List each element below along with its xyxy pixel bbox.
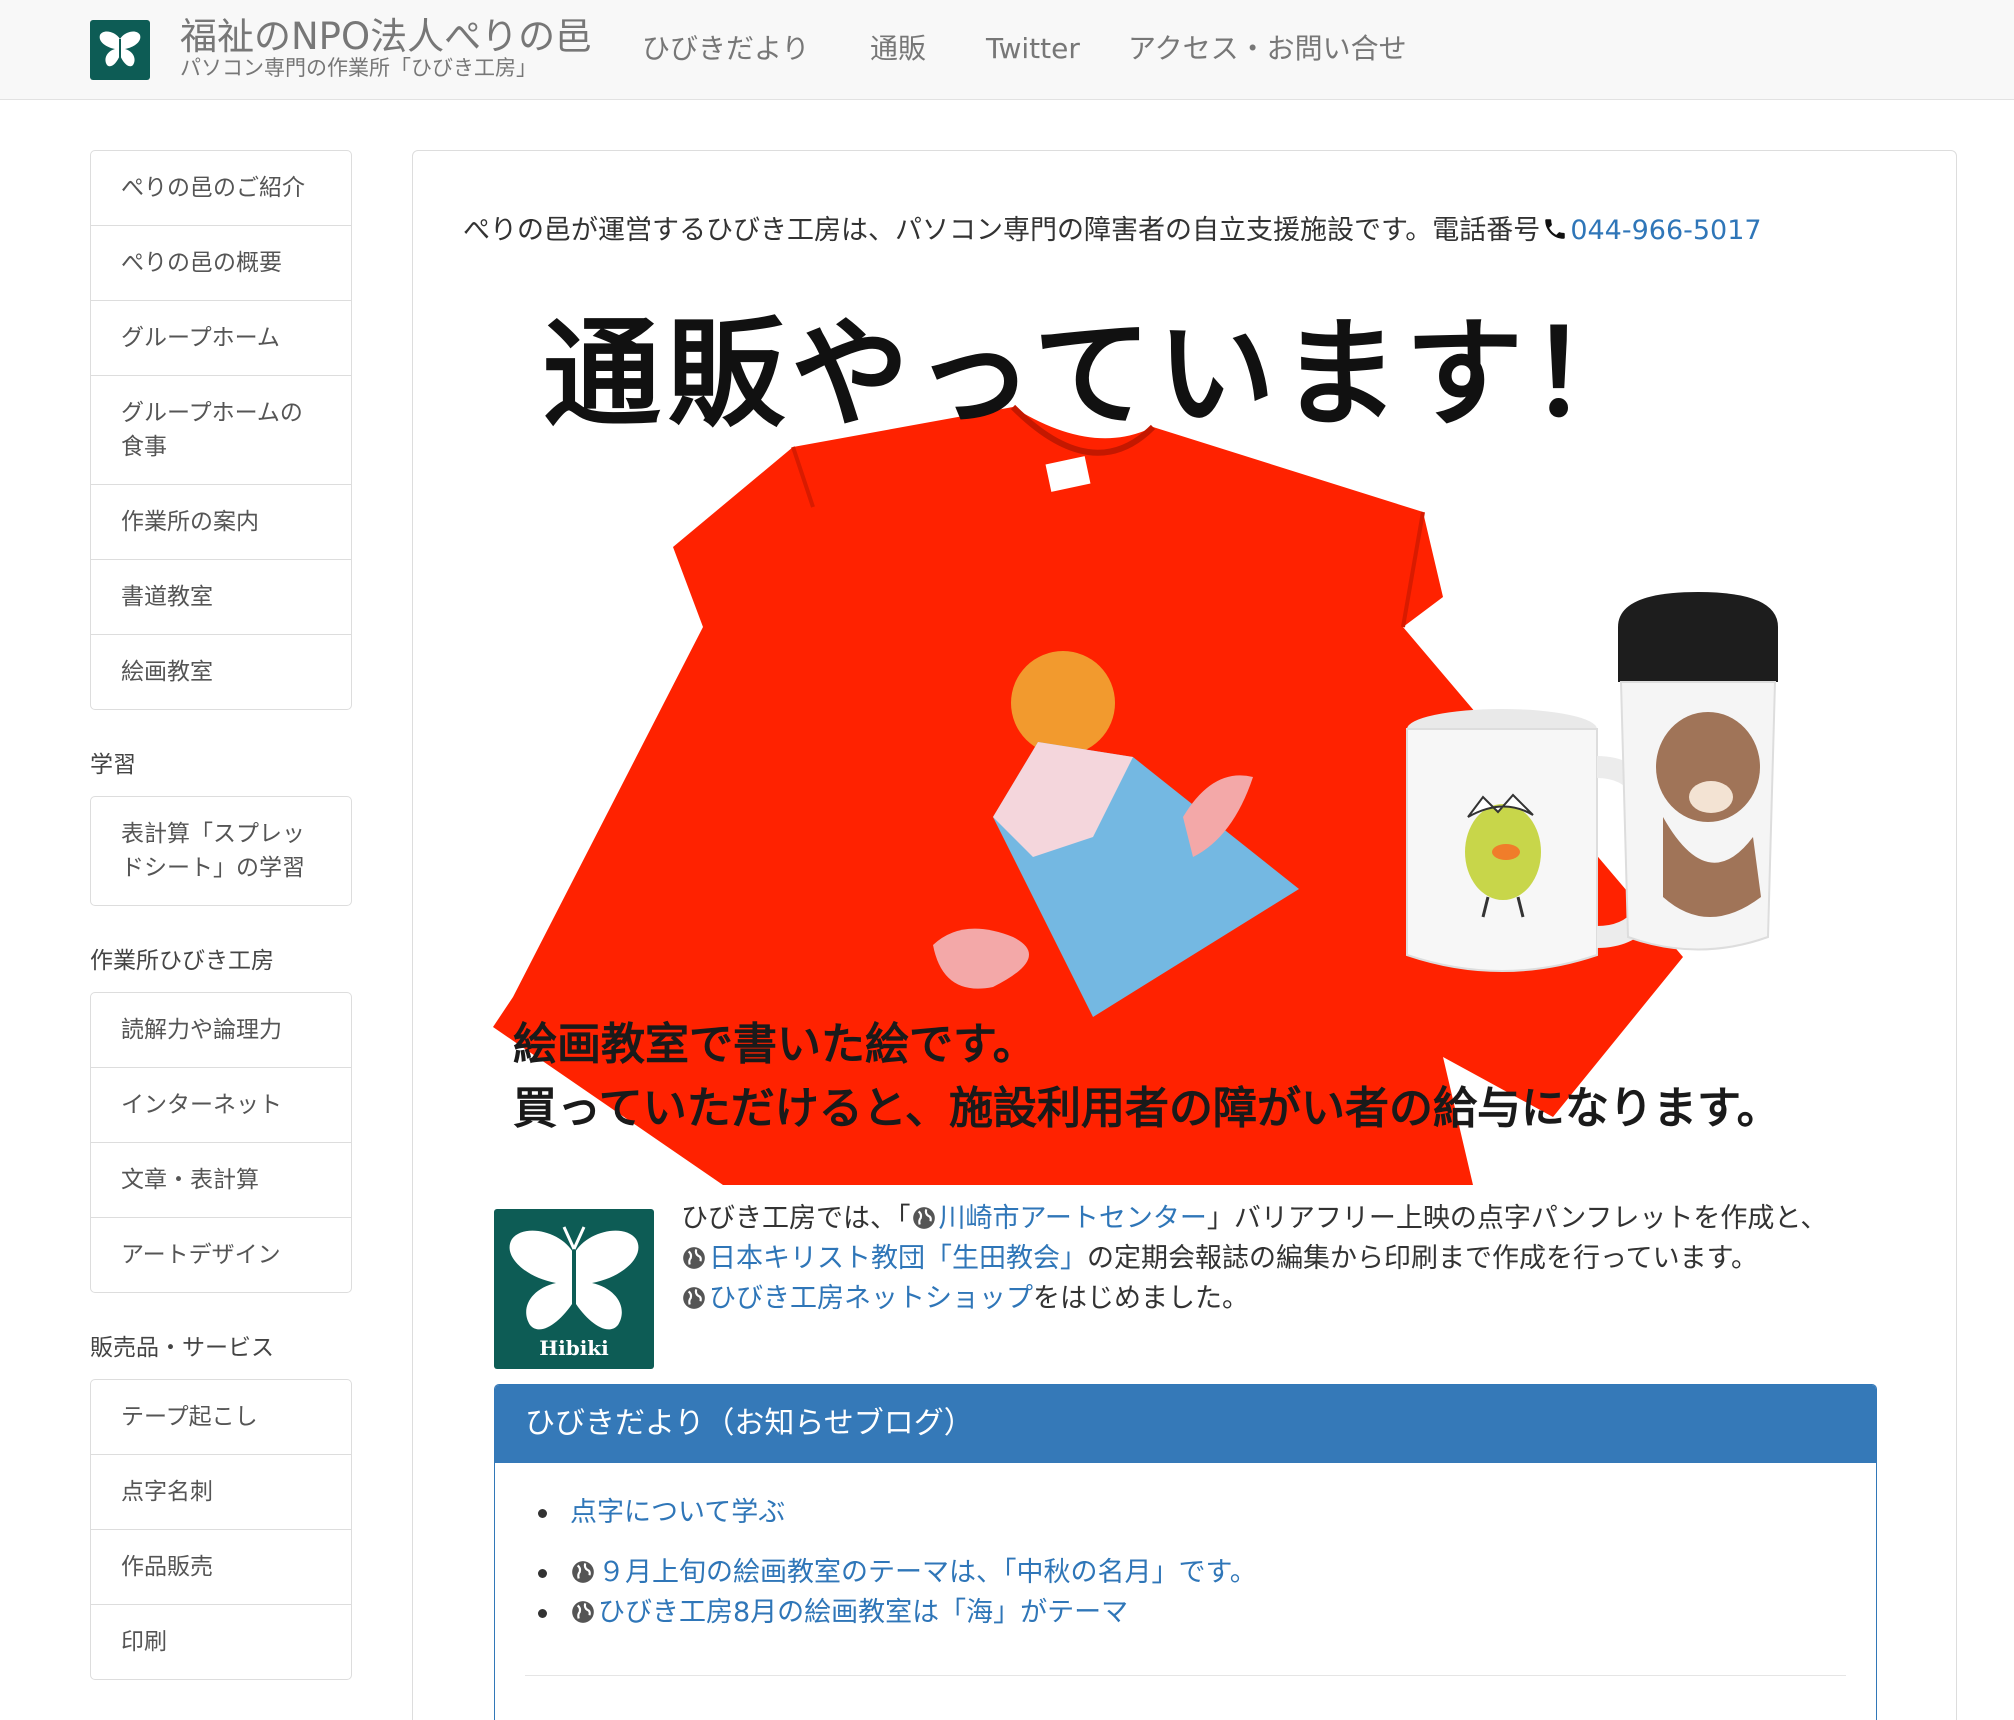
sidebar-group-services: テープ起こし 点字名刺 作品販売 印刷 <box>90 1379 352 1680</box>
blog-panel-title: ひびきだより（お知らせブログ） <box>495 1385 1876 1463</box>
tumbler-product <box>1618 592 1778 951</box>
blog-divider <box>525 1675 1846 1676</box>
sidebar-item-internet[interactable]: インターネット <box>91 1067 351 1142</box>
mail-order-banner[interactable]: 通販やっています！ 絵画教室で書いた絵です。 買っていただけると、施設利用者の障… <box>493 297 1883 1185</box>
link-net-shop[interactable]: ひびき工房ネットショップ <box>709 1283 1033 1314</box>
sidebar-item-art-design[interactable]: アートデザイン <box>91 1217 351 1292</box>
desc-line1-prefix: ひびき工房では、「 <box>681 1203 911 1234</box>
nav-link-twitter[interactable]: Twitter <box>986 32 1080 66</box>
intro-description: ぺりの邑が運営するひびき工房は、パソコン専門の障害者の自立支援施設です。電話番号 <box>463 215 1541 246</box>
blog-item[interactable]: ひびき工房8月の絵画教室は「海」がテーマ <box>538 1593 1876 1633</box>
sidebar-group-learning: 表計算「スプレッドシート」の学習 <box>90 796 352 906</box>
sidebar-item-workshop-guide[interactable]: 作業所の案内 <box>91 484 351 559</box>
desc-line-1: ひびき工房では、「 川崎市アートセンター」バリアフリー上映の点字パンフレットを作成… <box>681 1199 1921 1239</box>
hibiki-logo[interactable]: Hibiki <box>494 1209 654 1369</box>
blog-panel: ひびきだより（お知らせブログ） 点字について学ぶ ９月上旬の絵画教室のテーマは、… <box>494 1384 1877 1720</box>
sidebar-item-reading[interactable]: 読解力や論理力 <box>91 993 351 1067</box>
link-kawasaki-art-center[interactable]: 川崎市アートセンター <box>939 1203 1207 1234</box>
sidebar-heading-learning: 学習 <box>90 752 136 778</box>
butterfly-icon: Hibiki <box>509 1226 639 1360</box>
sidebar-heading-workshop: 作業所ひびき工房 <box>90 948 274 974</box>
desc-line1-suffix: 」バリアフリー上映の点字パンフレットを作成と、 <box>1206 1203 1828 1234</box>
butterfly-icon <box>99 31 141 67</box>
link-ikuta-church[interactable]: 日本キリスト教団「生田教会」 <box>709 1243 1087 1274</box>
banner-headline: 通販やっています！ <box>543 305 1654 443</box>
sidebar-item-group-home-meals[interactable]: グループホームの食事 <box>91 375 351 484</box>
nav-link-blog[interactable]: ひびきだより <box>642 32 809 66</box>
desc-line3-suffix: をはじめました。 <box>1033 1283 1249 1314</box>
nav-link-access[interactable]: アクセス・お問い合せ <box>1128 32 1407 66</box>
globe-icon <box>683 1287 705 1309</box>
sidebar-item-painting[interactable]: 絵画教室 <box>91 634 351 709</box>
sidebar-group-about: ぺりの邑のご紹介 ぺりの邑の概要 グループホーム グループホームの食事 作業所の… <box>90 150 352 710</box>
globe-icon <box>572 1601 594 1623</box>
desc-line-2: 日本キリスト教団「生田教会」の定期会報誌の編集から印刷まで作成を行っています。 <box>681 1239 1921 1279</box>
sidebar-item-intro[interactable]: ぺりの邑のご紹介 <box>91 151 351 225</box>
workshop-description: ひびき工房では、「 川崎市アートセンター」バリアフリー上映の点字パンフレットを作成… <box>681 1199 1921 1319</box>
sidebar-item-documents[interactable]: 文章・表計算 <box>91 1142 351 1217</box>
blog-list: 点字について学ぶ ９月上旬の絵画教室のテーマは、「中秋の名月」です。 ひびき工房… <box>495 1493 1876 1633</box>
desc-line-3: ひびき工房ネットショップをはじめました。 <box>681 1279 1921 1319</box>
phone-link[interactable]: 044-966-5017 <box>1570 215 1761 246</box>
main-panel: ぺりの邑が運営するひびき工房は、パソコン専門の障害者の自立支援施設です。電話番号… <box>412 150 1957 1720</box>
navbar: 福祉のNPO法人ぺりの邑 パソコン専門の作業所「ひびき工房」 ひびきだより 通販… <box>0 0 2014 100</box>
sidebar-item-transcription[interactable]: テープ起こし <box>91 1380 351 1454</box>
blog-item-sea-theme[interactable]: ひびき工房8月の絵画教室は「海」がテーマ <box>598 1597 1128 1628</box>
sidebar-item-artwork-sales[interactable]: 作品販売 <box>91 1529 351 1604</box>
sidebar-heading-services: 販売品・サービス <box>90 1335 274 1361</box>
banner-caption-line2: 買っていただけると、施設利用者の障がい者の給与になります。 <box>513 1083 1781 1134</box>
brand-title[interactable]: 福祉のNPO法人ぺりの邑 <box>180 18 592 55</box>
blog-item-moon-theme[interactable]: ９月上旬の絵画教室のテーマは、「中秋の名月」です。 <box>598 1557 1257 1588</box>
sidebar-item-braille-card[interactable]: 点字名刺 <box>91 1454 351 1529</box>
nav-link-shop[interactable]: 通販 <box>870 32 926 66</box>
intro-text: ぺりの邑が運営するひびき工房は、パソコン専門の障害者の自立支援施設です。電話番号… <box>463 213 1762 248</box>
sidebar-item-spreadsheet[interactable]: 表計算「スプレッドシート」の学習 <box>91 797 351 905</box>
brand-subtitle[interactable]: パソコン専門の作業所「ひびき工房」 <box>180 58 537 79</box>
sidebar-group-workshop: 読解力や論理力 インターネット 文章・表計算 アートデザイン <box>90 992 352 1293</box>
sidebar-item-group-home[interactable]: グループホーム <box>91 300 351 375</box>
sidebar-item-printing[interactable]: 印刷 <box>91 1604 351 1679</box>
banner-caption-line1: 絵画教室で書いた絵です。 <box>513 1019 1037 1070</box>
sidebar-item-calligraphy[interactable]: 書道教室 <box>91 559 351 634</box>
globe-icon <box>683 1247 705 1269</box>
globe-icon <box>912 1207 935 1229</box>
blog-item-braille[interactable]: 点字について学ぶ <box>570 1497 785 1528</box>
sidebar: ぺりの邑のご紹介 ぺりの邑の概要 グループホーム グループホームの食事 作業所の… <box>90 150 352 1680</box>
brand-logo[interactable] <box>90 20 150 80</box>
sidebar-item-overview[interactable]: ぺりの邑の概要 <box>91 225 351 300</box>
mug-product <box>1406 709 1670 972</box>
phone-icon <box>1545 219 1566 239</box>
desc-line2-suffix: の定期会報誌の編集から印刷まで作成を行っています。 <box>1087 1243 1758 1274</box>
sun-drawing <box>1011 651 1115 755</box>
blog-item[interactable]: ９月上旬の絵画教室のテーマは、「中秋の名月」です。 <box>538 1553 1876 1593</box>
globe-icon <box>572 1561 594 1583</box>
hibiki-logo-label: Hibiki <box>539 1336 609 1360</box>
blog-item[interactable]: 点字について学ぶ <box>538 1493 1876 1533</box>
